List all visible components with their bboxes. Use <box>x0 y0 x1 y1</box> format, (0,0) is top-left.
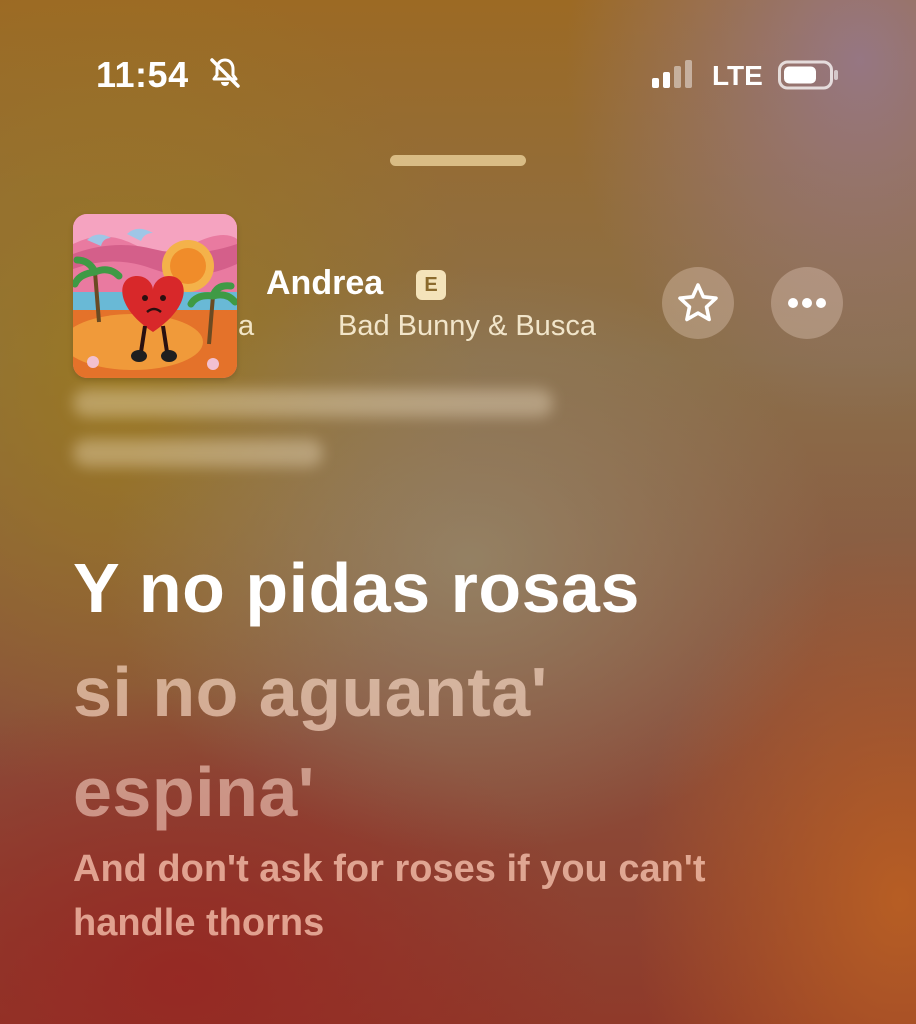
upcoming-lyric-line[interactable]: espina' <box>73 752 315 832</box>
more-button[interactable] <box>771 267 843 339</box>
network-type: LTE <box>712 60 763 91</box>
cellular-signal-icon <box>652 60 692 88</box>
explicit-badge: E <box>416 270 446 300</box>
lyric-translation: And don't ask for roses if you can't han… <box>73 848 706 944</box>
song-title[interactable]: Andrea <box>266 264 383 303</box>
ellipsis-icon <box>788 298 826 308</box>
previous-lyric-blurred <box>73 432 673 477</box>
current-lyric-line[interactable]: Y no pidas rosas <box>73 548 640 628</box>
star-icon <box>678 283 718 322</box>
lyrics-screen: 11:54 LTE Andrea E a Bad Bunny & Busca Y… <box>0 0 916 1024</box>
sheet-grabber[interactable] <box>390 155 526 166</box>
artist-name: Bad Bunny & Busca <box>338 310 596 342</box>
status-time: 11:54 <box>96 54 189 95</box>
album-cover[interactable] <box>73 214 237 378</box>
artist-fragment: a <box>238 310 255 342</box>
upcoming-lyric-line[interactable]: si no aguanta' <box>73 652 548 732</box>
battery-icon <box>778 60 838 90</box>
artist-marquee[interactable]: a Bad Bunny & Busca <box>238 308 650 348</box>
previous-lyric-blurred <box>73 382 673 427</box>
bell-slash-icon <box>210 58 240 88</box>
favorite-button[interactable] <box>662 267 734 339</box>
